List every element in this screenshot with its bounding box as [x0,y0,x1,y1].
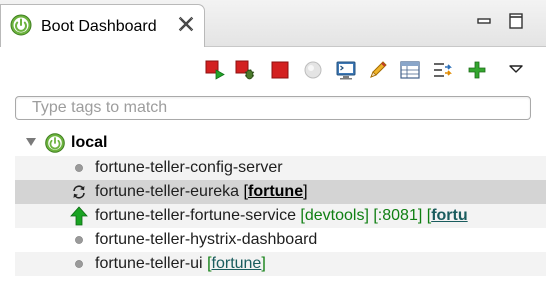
app-name-group: fortune-teller-fortune-service [devtools… [95,207,468,225]
minimize-icon[interactable] [475,12,493,30]
tag-filter-input[interactable] [16,97,530,119]
boot-dashboard-tab[interactable]: Boot Dashboard [0,4,205,47]
stopped-status-icon [75,236,83,244]
expand-arrow-icon[interactable] [26,138,36,146]
app-name-group: fortune-teller-ui [fortune] [95,255,266,273]
refresh-icon [73,185,85,199]
stopped-status-icon [75,164,83,172]
filter-icon[interactable] [432,59,454,81]
properties-icon[interactable] [399,59,421,81]
maximize-icon[interactable] [507,12,525,30]
app-tree: local fortune-teller-config-server fortu… [0,128,546,300]
running-arrow-icon [70,206,88,226]
debug-icon[interactable] [234,59,256,81]
tree-row-hystrix-dashboard[interactable]: fortune-teller-hystrix-dashboard [15,228,546,252]
devtools-label: [devtools] [300,207,369,224]
tag-link-fortune[interactable]: fortune [212,255,262,272]
start-icon[interactable] [204,59,226,81]
tag-link-fortune[interactable]: fortune [248,183,303,200]
tag-bracket-close: ] [303,183,308,200]
tree-row-fortune-service[interactable]: fortune-teller-fortune-service [devtools… [15,204,546,228]
dashboard-toolbar [0,47,546,91]
spring-boot-icon [45,133,65,153]
app-name: fortune-teller-fortune-service [95,207,296,224]
tag-link-fortune[interactable]: fortu [431,207,467,224]
spring-boot-icon [10,14,32,36]
open-browser-icon[interactable] [302,59,324,81]
add-icon[interactable] [466,59,488,81]
tree-row-config-server[interactable]: fortune-teller-config-server [15,156,546,180]
tag-bracket-close: ] [261,255,266,272]
port-label: [:8081] [373,207,423,224]
view-menu-icon[interactable] [508,59,524,81]
tree-row-eureka[interactable]: fortune-teller-eureka [fortune] [15,180,546,204]
app-name: fortune-teller-ui [95,255,203,272]
stopped-status-icon [75,260,83,268]
app-name: fortune-teller-eureka [95,183,240,200]
tree-node-local[interactable]: local [0,132,546,154]
tag-filter-box [15,96,531,120]
close-icon[interactable] [177,15,195,33]
view-tab-bar: Boot Dashboard [0,0,546,47]
console-icon[interactable] [335,59,357,81]
tree-root-label: local [71,134,108,151]
app-name-group: fortune-teller-eureka [fortune] [95,183,308,201]
stop-icon[interactable] [269,59,291,81]
tab-title: Boot Dashboard [41,18,157,35]
edit-tags-icon[interactable] [367,59,389,81]
app-name: fortune-teller-hystrix-dashboard [95,231,318,248]
tree-row-ui[interactable]: fortune-teller-ui [fortune] [15,252,546,276]
app-name: fortune-teller-config-server [95,159,283,176]
